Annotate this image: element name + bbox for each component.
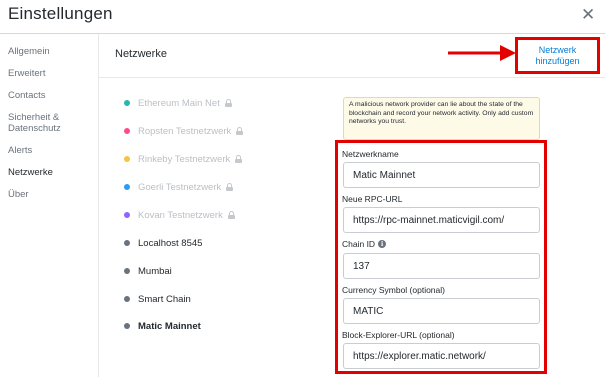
network-color-dot <box>124 128 130 134</box>
settings-sidebar: Allgemein Erweitert Contacts Sicherheit … <box>8 46 98 211</box>
header-divider <box>0 33 605 34</box>
add-network-label-line2: hinzufügen <box>535 55 580 66</box>
sidebar-item-general[interactable]: Allgemein <box>8 46 98 57</box>
page-title: Einstellungen <box>8 4 113 23</box>
lock-icon <box>235 155 243 163</box>
sidebar-item-about[interactable]: Über <box>8 189 98 200</box>
network-color-dot <box>124 156 130 162</box>
info-icon[interactable]: i <box>378 240 387 248</box>
network-color-dot <box>124 296 130 302</box>
network-color-dot <box>124 212 130 218</box>
network-color-dot <box>124 268 130 274</box>
network-item-goerli[interactable]: Goerli Testnetzwerk <box>124 181 234 193</box>
sidebar-divider <box>98 34 99 377</box>
network-item-rinkeby[interactable]: Rinkeby Testnetzwerk <box>124 153 243 165</box>
lock-icon <box>227 211 235 219</box>
rpc-url-input[interactable]: https://rpc-mainnet.maticvigil.com/ <box>343 207 540 233</box>
network-color-dot <box>124 240 130 246</box>
network-label: Ethereum Main Net <box>138 97 220 109</box>
network-name-input[interactable]: Matic Mainnet <box>343 162 540 188</box>
network-color-dot <box>124 184 130 190</box>
network-item-ropsten[interactable]: Ropsten Testnetzwerk <box>124 125 244 137</box>
sidebar-item-networks[interactable]: Netzwerke <box>8 167 98 178</box>
network-name-label: Netzwerkname <box>342 149 399 159</box>
add-network-label-line1: Netzwerk <box>538 44 577 55</box>
currency-symbol-label: Currency Symbol (optional) <box>342 285 445 295</box>
sidebar-item-advanced[interactable]: Erweitert <box>8 68 98 79</box>
network-label: Kovan Testnetzwerk <box>138 209 223 221</box>
network-label: Goerli Testnetzwerk <box>138 181 222 193</box>
network-item-kovan[interactable]: Kovan Testnetzwerk <box>124 209 235 221</box>
network-item-mumbai[interactable]: Mumbai <box>124 265 172 277</box>
currency-symbol-input[interactable]: MATIC <box>343 298 540 324</box>
network-label: Localhost 8545 <box>138 237 203 249</box>
network-item-localhost[interactable]: Localhost 8545 <box>124 237 202 249</box>
sidebar-item-alerts[interactable]: Alerts <box>8 145 98 156</box>
network-item-ethereum[interactable]: Ethereum Main Net <box>124 97 232 109</box>
lock-icon <box>224 99 232 107</box>
warning-banner: A malicious network provider can lie abo… <box>343 97 540 140</box>
block-explorer-label: Block-Explorer-URL (optional) <box>342 330 455 340</box>
section-divider <box>99 77 605 78</box>
chain-id-label-row: Chain ID i <box>342 239 387 249</box>
block-explorer-input[interactable]: https://explorer.matic.network/ <box>343 343 540 369</box>
close-icon[interactable]: ✕ <box>581 6 595 23</box>
network-label: Smart Chain <box>138 293 191 305</box>
rpc-url-label: Neue RPC-URL <box>342 194 403 204</box>
network-label: Rinkeby Testnetzwerk <box>138 153 231 165</box>
network-label: Matic Mainnet <box>138 320 201 332</box>
section-title: Netzwerke <box>115 48 167 60</box>
lock-icon <box>226 183 234 191</box>
network-label: Mumbai <box>138 265 172 277</box>
lock-icon <box>236 127 244 135</box>
sidebar-item-contacts[interactable]: Contacts <box>8 90 98 101</box>
sidebar-item-security[interactable]: Sicherheit & Datenschutz <box>8 112 98 134</box>
chain-id-input[interactable]: 137 <box>343 253 540 279</box>
chain-id-label: Chain ID <box>342 239 376 249</box>
network-color-dot <box>124 323 130 329</box>
network-item-matic-mainnet[interactable]: Matic Mainnet <box>124 320 201 332</box>
red-arrow-annotation <box>448 45 516 61</box>
add-network-button[interactable]: Netzwerk hinzufügen <box>515 37 600 74</box>
network-item-smart-chain[interactable]: Smart Chain <box>124 293 191 305</box>
network-color-dot <box>124 100 130 106</box>
network-label: Ropsten Testnetzwerk <box>138 125 232 137</box>
